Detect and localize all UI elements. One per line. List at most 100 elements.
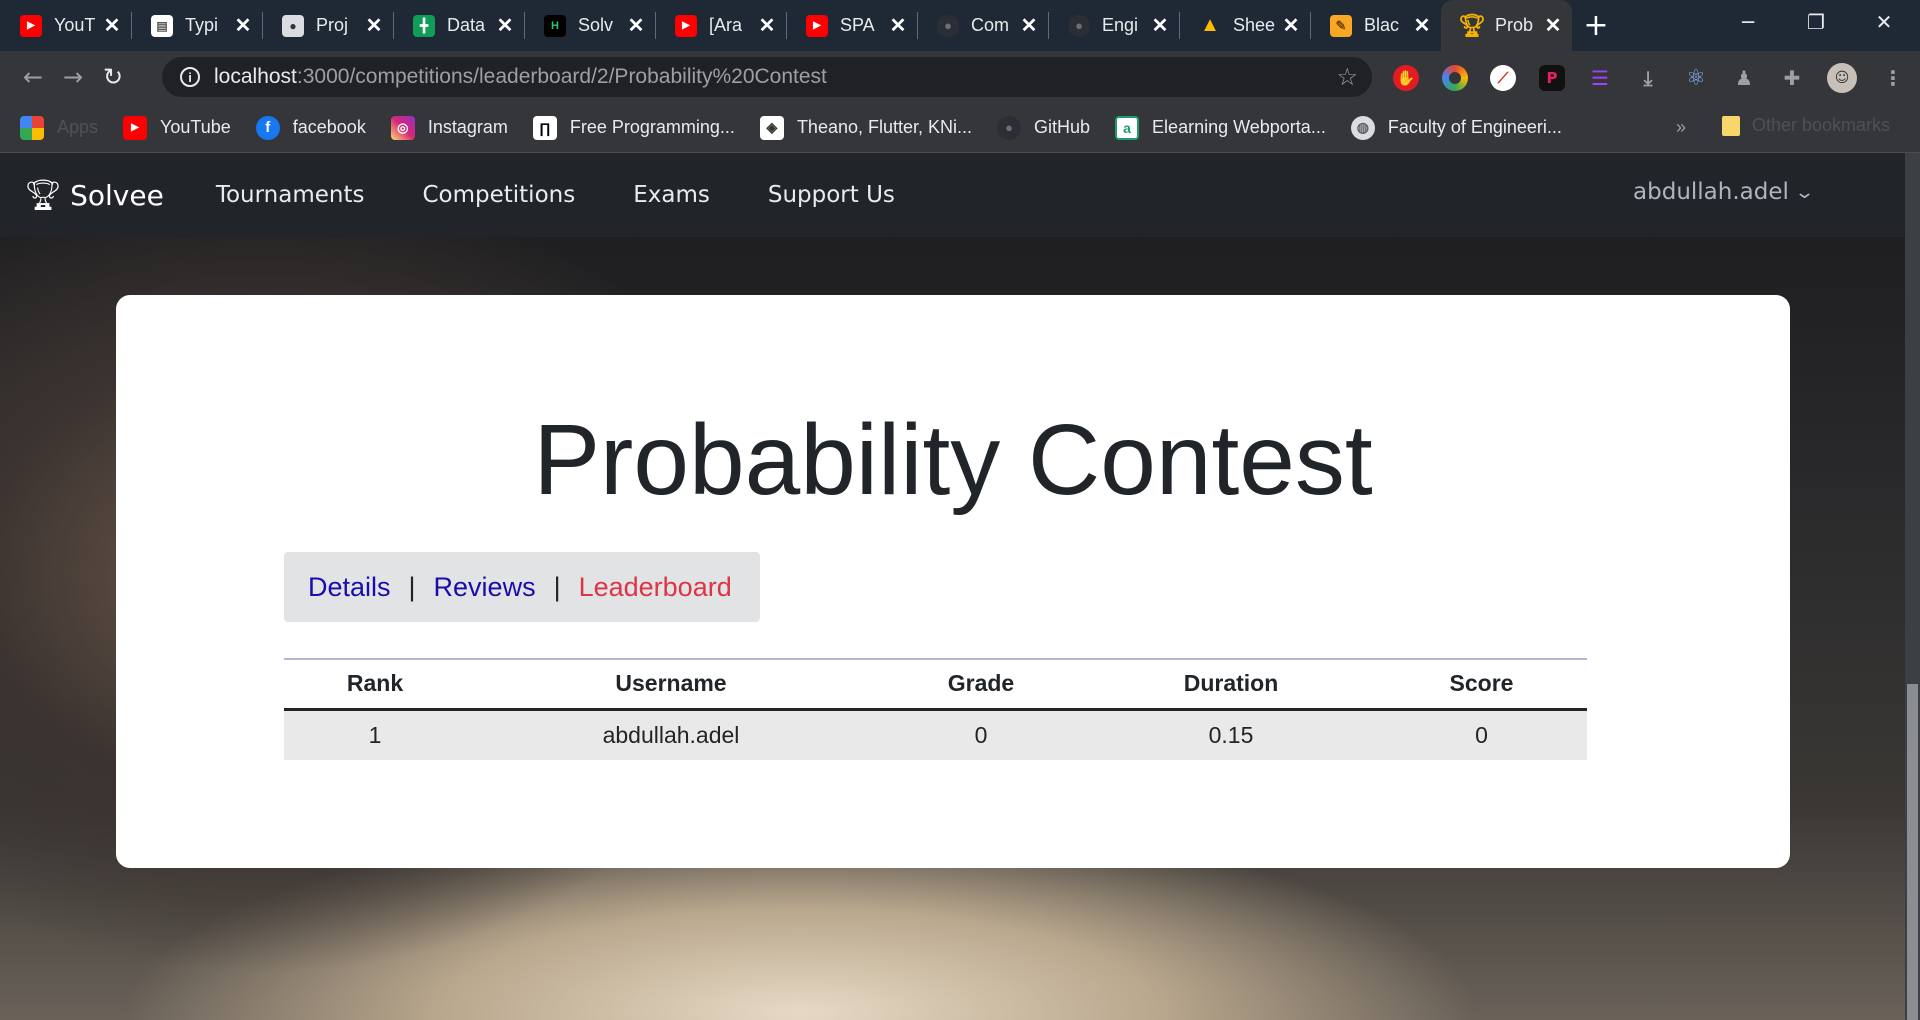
browser-tab[interactable]: ▲ Shee ✕ (1179, 0, 1310, 51)
nav-link-competitions[interactable]: Competitions (422, 182, 575, 208)
bookmark-label: Apps (57, 117, 99, 137)
browser-tab[interactable]: H Solv ✕ (524, 0, 655, 51)
elearning-icon: a (1115, 115, 1140, 140)
browser-tab[interactable]: ● Proj ✕ (262, 0, 393, 51)
bookmark-star-icon[interactable]: ☆ (1336, 63, 1358, 92)
browser-tab[interactable]: ✎ Blac ✕ (1310, 0, 1441, 51)
facebook-icon: f (255, 115, 280, 140)
document-icon: ▤ (151, 14, 173, 37)
column-header-score: Score (1449, 670, 1514, 697)
column-header-username: Username (615, 670, 727, 697)
color-picker-extension-icon[interactable]: ⟋ (1490, 65, 1516, 91)
colorpick-extension-icon[interactable] (1442, 65, 1468, 91)
browser-tab[interactable]: ╋ Data ✕ (393, 0, 524, 51)
browser-tab-active[interactable]: 🏆︎ Prob ✕ (1441, 0, 1572, 51)
youtube-icon: ▶ (20, 14, 42, 37)
close-icon[interactable]: ✕ (627, 13, 645, 38)
close-icon[interactable]: ✕ (758, 13, 776, 38)
bookmark-theano[interactable]: ◈ Theano, Flutter, KNi... (759, 115, 972, 140)
tab-title: [Ara (709, 15, 743, 35)
browser-tab[interactable]: ▶ SPA ✕ (786, 0, 917, 51)
bookmark-apps[interactable]: Apps (20, 115, 99, 140)
nav-link-tournaments[interactable]: Tournaments (216, 182, 365, 208)
site-info-icon[interactable]: i (180, 67, 200, 87)
browser-tab[interactable]: ● Engi ✕ (1048, 0, 1179, 51)
trophy-icon: 🏆︎ (1458, 12, 1486, 38)
download-icon[interactable]: ⤓ (1635, 65, 1661, 91)
tab-title: Engi (1102, 15, 1139, 35)
other-bookmarks-folder[interactable]: Other bookmarks (1722, 115, 1890, 136)
browser-toolbar: ← → ↻ i localhost:3000/competitions/lead… (0, 51, 1920, 103)
bookmark-free-programming[interactable]: ∏ Free Programming... (532, 115, 735, 140)
minimize-window-button[interactable]: ─ (1716, 0, 1780, 44)
tab-title: SPA (840, 15, 875, 35)
browser-tab[interactable]: ▶ [Ara ✕ (655, 0, 786, 51)
close-icon[interactable]: ✕ (889, 13, 907, 38)
bookmark-instagram[interactable]: ◎ Instagram (390, 115, 508, 140)
tab-details[interactable]: Details (308, 572, 391, 603)
bookmark-label: facebook (292, 117, 366, 137)
cell-duration: 0.15 (1086, 709, 1376, 760)
browser-tab[interactable]: ▤ Typi ✕ (131, 0, 262, 51)
close-icon[interactable]: ✕ (365, 13, 383, 38)
globe-icon: ◍ (1350, 115, 1375, 140)
react-devtools-icon[interactable]: ⚛ (1683, 65, 1709, 91)
extensions-puzzle-icon[interactable]: ✚ (1779, 65, 1805, 91)
close-icon[interactable]: ✕ (1413, 13, 1431, 38)
bookmark-faculty[interactable]: ◍ Faculty of Engineeri... (1350, 115, 1562, 140)
browser-menu-icon[interactable]: ⋮ (1880, 65, 1906, 91)
bookmark-label: Elearning Webporta... (1152, 117, 1326, 137)
close-icon[interactable]: ✕ (496, 13, 514, 38)
close-icon[interactable]: ✕ (1282, 13, 1300, 38)
close-window-button[interactable]: ✕ (1852, 0, 1916, 44)
bookmark-elearning[interactable]: a Elearning Webporta... (1115, 115, 1326, 140)
nav-link-exams[interactable]: Exams (633, 182, 710, 208)
adblock-extension-icon[interactable]: ✋ (1393, 65, 1419, 91)
bookmarks-overflow-button[interactable]: » (1676, 117, 1686, 138)
close-icon[interactable]: ✕ (103, 13, 121, 38)
back-button[interactable]: ← (13, 57, 53, 97)
profile-avatar[interactable]: ☺ (1827, 63, 1857, 93)
close-icon[interactable]: ✕ (1020, 13, 1038, 38)
forward-button[interactable]: → (53, 57, 93, 97)
close-icon[interactable]: ✕ (234, 13, 252, 38)
bookmark-youtube[interactable]: ▶ YouTube (123, 115, 231, 140)
page-scrollbar[interactable] (1905, 153, 1920, 1020)
tab-separator: | (408, 571, 416, 602)
menu-extension-icon[interactable]: ☰ (1587, 65, 1613, 91)
username-label: abdullah.adel (1633, 179, 1789, 205)
tab-title: Com (971, 15, 1010, 35)
bookmark-label: Instagram (427, 117, 508, 137)
theano-icon: ◈ (759, 115, 784, 140)
chevron-down-icon: ⌄ (1793, 181, 1816, 203)
tab-separator: | (553, 571, 561, 602)
address-bar[interactable]: i localhost:3000/competitions/leaderboar… (162, 57, 1372, 97)
close-icon[interactable]: ✕ (1151, 13, 1169, 38)
contest-tabs: Details | Reviews | Leaderboard (284, 552, 760, 622)
browser-tab[interactable]: ● Com ✕ (917, 0, 1048, 51)
bookmark-facebook[interactable]: f facebook (255, 115, 366, 140)
site-navbar: 🏆︎ Solvee Tournaments Competitions Exams… (0, 153, 1905, 237)
restore-window-button[interactable]: ❐ (1784, 0, 1848, 44)
sheets-icon: ╋ (413, 14, 435, 37)
tab-title: Blac (1364, 15, 1400, 35)
tab-title: Typi (185, 15, 219, 35)
reload-button[interactable]: ↻ (93, 57, 133, 97)
bookmark-github[interactable]: ● GitHub (997, 115, 1090, 140)
apps-grid-icon (20, 115, 44, 140)
bottle-extension-icon[interactable]: ♟ (1731, 65, 1757, 91)
brand-link[interactable]: 🏆︎ Solvee (24, 178, 164, 213)
tab-reviews[interactable]: Reviews (434, 572, 536, 603)
close-icon[interactable]: ✕ (1544, 13, 1562, 38)
new-tab-button[interactable]: + (1572, 0, 1620, 51)
nav-link-support-us[interactable]: Support Us (768, 182, 895, 208)
browser-tab[interactable]: ▶ YouT ✕ (0, 0, 131, 51)
github-icon: ● (997, 115, 1022, 140)
tab-leaderboard[interactable]: Leaderboard (579, 572, 732, 603)
cell-score: 0 (1376, 709, 1587, 760)
column-header-grade: Grade (947, 670, 1015, 697)
scrollbar-thumb[interactable] (1907, 684, 1918, 1020)
p-extension-icon[interactable]: P (1539, 65, 1565, 91)
user-menu-dropdown[interactable]: abdullah.adel ⌄ (1633, 179, 1816, 205)
freecodecamp-icon: ∏ (532, 115, 557, 140)
